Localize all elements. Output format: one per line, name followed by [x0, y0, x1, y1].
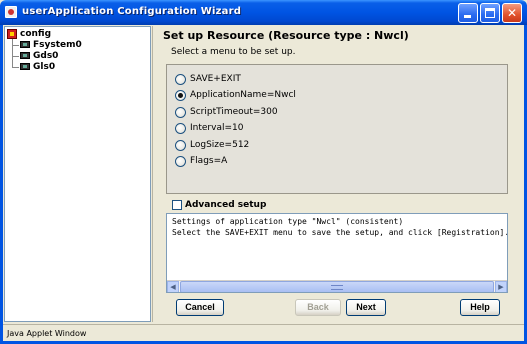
- help-button[interactable]: Help: [460, 299, 500, 316]
- menu-option-label: LogSize=512: [190, 140, 250, 150]
- minimize-icon: [464, 15, 471, 18]
- menu-option-label: Flags=A: [190, 156, 228, 166]
- maximize-icon: [485, 8, 495, 18]
- tree-connector: [12, 39, 13, 68]
- close-button[interactable]: ✕: [502, 3, 522, 23]
- page-instruction: Select a menu to be set up.: [171, 47, 296, 57]
- menu-option-label: SAVE+EXIT: [190, 74, 241, 84]
- menu-option-label: Interval=10: [190, 123, 244, 133]
- advanced-setup-label: Advanced setup: [185, 200, 267, 210]
- radio-button[interactable]: [175, 156, 186, 167]
- scroll-right-icon[interactable]: ▶: [495, 281, 507, 292]
- resource-icon: [20, 41, 30, 48]
- radio-button[interactable]: [175, 107, 186, 118]
- menu-option-label: ScriptTimeout=300: [190, 107, 278, 117]
- radio-button[interactable]: [175, 123, 186, 134]
- next-button[interactable]: Next: [346, 299, 386, 316]
- tree-item-gls0[interactable]: Gls0: [20, 61, 80, 73]
- app-icon: [5, 6, 17, 18]
- horizontal-scrollbar[interactable]: ◀ ▶: [167, 280, 507, 292]
- tree-connector: [12, 56, 19, 57]
- menu-options-panel: SAVE+EXIT ApplicationName=Nwcl ScriptTim…: [166, 64, 508, 194]
- resource-icon: [20, 52, 30, 59]
- window-title: userApplication Configuration Wizard: [22, 6, 242, 17]
- message-line: Settings of application type "Nwcl" (con…: [172, 217, 404, 226]
- config-icon: [7, 29, 17, 39]
- page-title: Set up Resource (Resource type : Nwcl): [163, 29, 409, 42]
- close-icon: ✕: [506, 6, 518, 20]
- tree-item-label: Gls0: [33, 62, 56, 72]
- back-button[interactable]: Back: [295, 299, 341, 316]
- pane-splitter[interactable]: [152, 26, 158, 322]
- radio-button[interactable]: [175, 90, 186, 101]
- scroll-left-icon[interactable]: ◀: [167, 281, 179, 292]
- minimize-button[interactable]: [458, 3, 478, 23]
- message-area[interactable]: Settings of application type "Nwcl" (con…: [166, 213, 508, 293]
- tree-connector: [12, 45, 19, 46]
- menu-option-label: ApplicationName=Nwcl: [190, 90, 296, 100]
- status-bar: Java Applet Window: [3, 324, 524, 341]
- cancel-button[interactable]: Cancel: [176, 299, 224, 316]
- title-bar[interactable]: userApplication Configuration Wizard ✕: [0, 0, 527, 25]
- tree-connector: [12, 67, 19, 68]
- scroll-grip-icon: [331, 285, 343, 290]
- window-frame-left: [0, 25, 3, 344]
- resource-tree[interactable]: config Fsystem0 Gds0 Gls0: [4, 26, 151, 322]
- resource-icon: [20, 63, 30, 70]
- advanced-setup-checkbox[interactable]: [172, 200, 182, 210]
- radio-button[interactable]: [175, 140, 186, 151]
- maximize-button[interactable]: [480, 3, 500, 23]
- status-text: Java Applet Window: [7, 329, 87, 338]
- scroll-thumb[interactable]: [180, 281, 494, 292]
- radio-button[interactable]: [175, 74, 186, 85]
- message-line: Select the SAVE+EXIT menu to save the se…: [172, 228, 508, 237]
